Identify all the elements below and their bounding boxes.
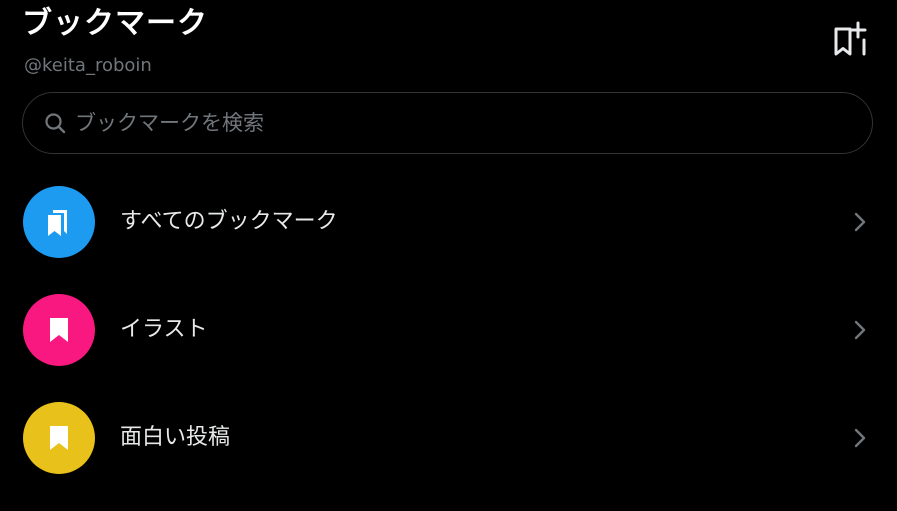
folder-label: イラスト [120,317,208,342]
folder-label: すべてのブックマーク [120,209,338,234]
folder-item-illustration[interactable]: イラスト [0,276,897,384]
page-header: ブックマーク @keita_roboin [22,0,875,84]
user-handle: @keita_roboin [24,55,152,76]
chevron-right-icon [853,426,867,450]
bookmark-icon [50,318,68,342]
bookmark-plus-icon [834,21,867,56]
folder-label: 面白い投稿 [120,425,231,450]
folder-item-funny-posts[interactable]: 面白い投稿 [0,384,897,492]
chevron-right-icon [853,318,867,342]
page-title: ブックマーク [22,6,208,41]
bookmarks-stack-icon [48,210,67,236]
bookmark-folder-list: すべてのブックマーク イラスト 面白い投稿 [0,168,897,492]
folder-item-all-bookmarks[interactable]: すべてのブックマーク [0,168,897,276]
search-input[interactable] [73,110,848,136]
bookmark-icon [50,426,68,450]
folder-avatar [23,294,95,366]
folder-avatar [23,402,95,474]
search-bar[interactable] [22,92,873,154]
chevron-right-icon [853,210,867,234]
new-bookmark-folder-button[interactable] [829,18,871,60]
search-icon [43,111,67,135]
folder-avatar [23,186,95,258]
